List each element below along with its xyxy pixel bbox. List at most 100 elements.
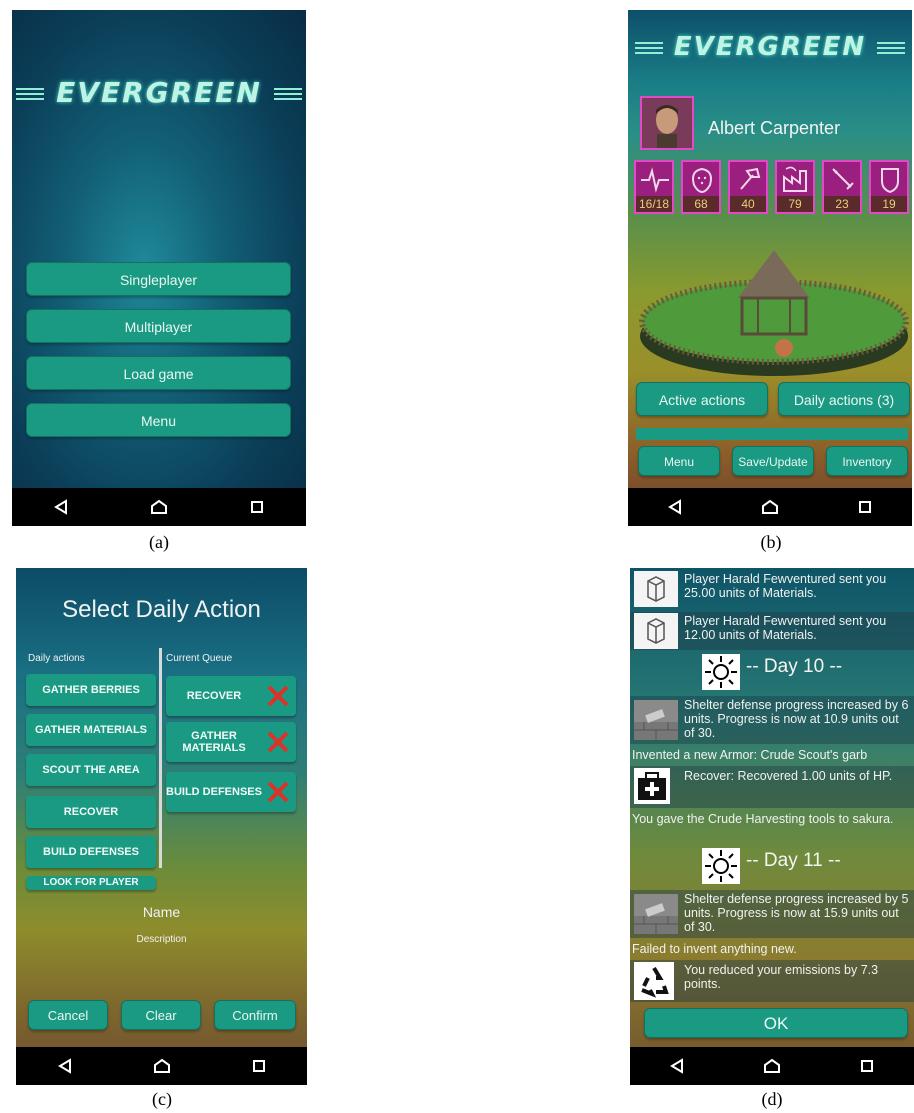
multiplayer-button[interactable]: Multiplayer: [26, 309, 291, 343]
queue-item-gather-materials[interactable]: GATHER MATERIALS: [166, 722, 296, 762]
queue-item-label: GATHER MATERIALS: [182, 730, 246, 754]
log-text: Shelter defense progress increased by 5 …: [684, 892, 909, 934]
evergreen-logo: EVERGREEN: [12, 76, 306, 109]
health-stat: 16/18: [634, 160, 674, 214]
ok-button[interactable]: OK: [644, 1008, 908, 1038]
home-icon[interactable]: [132, 1051, 192, 1081]
home-icon[interactable]: [129, 492, 189, 522]
current-queue-label: Current Queue: [166, 653, 233, 664]
stat-value: 40: [730, 196, 766, 212]
log-text: You gave the Crude Harvesting tools to s…: [632, 812, 894, 826]
home-icon[interactable]: [742, 1051, 802, 1081]
recents-icon[interactable]: [227, 492, 287, 522]
log-text: Player Harald Fewventured sent you 25.00…: [684, 572, 887, 600]
log-entry: Recover: Recovered 1.00 units of HP.: [630, 766, 914, 808]
recycle-icon: [634, 962, 674, 1000]
log-entry: Failed to invent anything new.: [630, 942, 914, 958]
heartbeat-icon: [641, 167, 669, 193]
evergreen-logo: EVERGREEN: [628, 32, 912, 62]
confirm-button[interactable]: Confirm: [214, 1000, 296, 1030]
action-recover[interactable]: RECOVER: [26, 796, 156, 828]
clear-button[interactable]: Clear: [121, 1000, 201, 1030]
action-gather-materials[interactable]: GATHER MATERIALS: [26, 714, 156, 746]
back-icon[interactable]: [645, 492, 705, 522]
android-nav-bar: [628, 488, 912, 526]
log-text: You reduced your emissions by 7.3 points…: [684, 963, 879, 991]
load-game-button[interactable]: Load game: [26, 356, 291, 390]
action-build-defenses[interactable]: BUILD DEFENSES: [26, 836, 156, 868]
android-nav-bar: [12, 488, 306, 526]
caption-b: (b): [760, 532, 782, 552]
remove-icon[interactable]: [266, 730, 290, 754]
log-entry: You reduced your emissions by 7.3 points…: [630, 960, 914, 1002]
wall-icon: [634, 700, 678, 740]
stat-value: 68: [683, 196, 719, 212]
action-scout-the-area[interactable]: SCOUT THE AREA: [26, 754, 156, 786]
cancel-button[interactable]: Cancel: [28, 1000, 108, 1030]
inventory-button[interactable]: Inventory: [826, 446, 908, 476]
action-look-for-player[interactable]: LOOK FOR PLAYER: [26, 876, 156, 890]
recents-icon[interactable]: [229, 1051, 289, 1081]
screen-event-log: Player Harald Fewventured sent you 25.00…: [630, 568, 914, 1085]
back-icon[interactable]: [647, 1051, 707, 1081]
back-icon[interactable]: [35, 1051, 95, 1081]
queue-item-label: RECOVER: [186, 690, 242, 702]
log-entry: Player Harald Fewventured sent you 12.00…: [630, 612, 914, 650]
recents-icon[interactable]: [835, 492, 895, 522]
shield-icon: [881, 168, 899, 193]
queue-item-label: BUILD DEFENSES: [166, 786, 262, 798]
defense-stat: 19: [869, 160, 909, 214]
queue-item-recover[interactable]: RECOVER: [166, 676, 296, 716]
stat-value: 16/18: [636, 196, 672, 212]
remove-icon[interactable]: [266, 684, 290, 708]
android-nav-bar: [16, 1047, 307, 1085]
daily-actions-label: Daily actions: [28, 653, 85, 664]
stat-value: 23: [824, 196, 860, 212]
active-actions-button[interactable]: Active actions: [636, 382, 768, 416]
log-entry: Invented a new Armor: Crude Scout's garb: [630, 748, 914, 764]
scrollbar[interactable]: [159, 648, 162, 868]
action-description: Description: [136, 934, 187, 945]
stat-value: 19: [871, 196, 907, 212]
sword-icon: [832, 168, 854, 190]
log-entry: Player Harald Fewventured sent you 25.00…: [630, 570, 914, 608]
day-header: -- Day 11 --: [630, 848, 914, 886]
recents-icon[interactable]: [837, 1051, 897, 1081]
avatar[interactable]: [640, 96, 694, 150]
singleplayer-button[interactable]: Singleplayer: [26, 262, 291, 296]
caption-d: (d): [761, 1089, 783, 1109]
player-name: Albert Carpenter: [708, 118, 841, 138]
materials-box-icon: [634, 571, 678, 607]
shelter-scene: [639, 250, 909, 376]
log-text: Invented a new Armor: Crude Scout's garb: [632, 748, 868, 762]
medkit-icon: [634, 768, 670, 804]
action-gather-berries[interactable]: GATHER BERRIES: [26, 674, 156, 706]
food-stat: 68: [681, 160, 721, 214]
screen-player-hub: EVERGREEN Albert Carpenter 16/18 68 40 7…: [628, 10, 912, 526]
remove-icon[interactable]: [266, 780, 290, 804]
home-icon[interactable]: [740, 492, 800, 522]
queue-item-build-defenses[interactable]: BUILD DEFENSES: [166, 772, 296, 812]
sun-icon: [702, 848, 740, 884]
emissions-stat: 79: [775, 160, 815, 214]
page-title: Select Daily Action: [62, 596, 261, 623]
strawberry-icon: [692, 167, 712, 193]
menu-button[interactable]: Menu: [638, 446, 720, 476]
action-name: Name: [142, 904, 181, 920]
caption-c: (c): [152, 1089, 172, 1109]
materials-box-icon: [634, 613, 678, 649]
screen-select-daily-action: Select Daily Action Daily actions Curren…: [16, 568, 307, 1085]
log-text: Failed to invent anything new.: [632, 942, 797, 956]
day-label: -- Day 10 --: [746, 656, 843, 677]
log-text: Recover: Recovered 1.00 units of HP.: [684, 769, 893, 783]
day-label: -- Day 11 --: [746, 850, 841, 871]
log-entry: You gave the Crude Harvesting tools to s…: [630, 812, 914, 844]
caption-a: (a): [149, 532, 169, 552]
android-nav-bar: [630, 1047, 914, 1085]
save-update-button[interactable]: Save/Update: [732, 446, 814, 476]
tools-stat: 40: [728, 160, 768, 214]
menu-button[interactable]: Menu: [26, 403, 291, 437]
daily-actions-button[interactable]: Daily actions (3): [778, 382, 910, 416]
back-icon[interactable]: [31, 492, 91, 522]
screen-main-menu: EVERGREEN Singleplayer Multiplayer Load …: [12, 10, 306, 526]
